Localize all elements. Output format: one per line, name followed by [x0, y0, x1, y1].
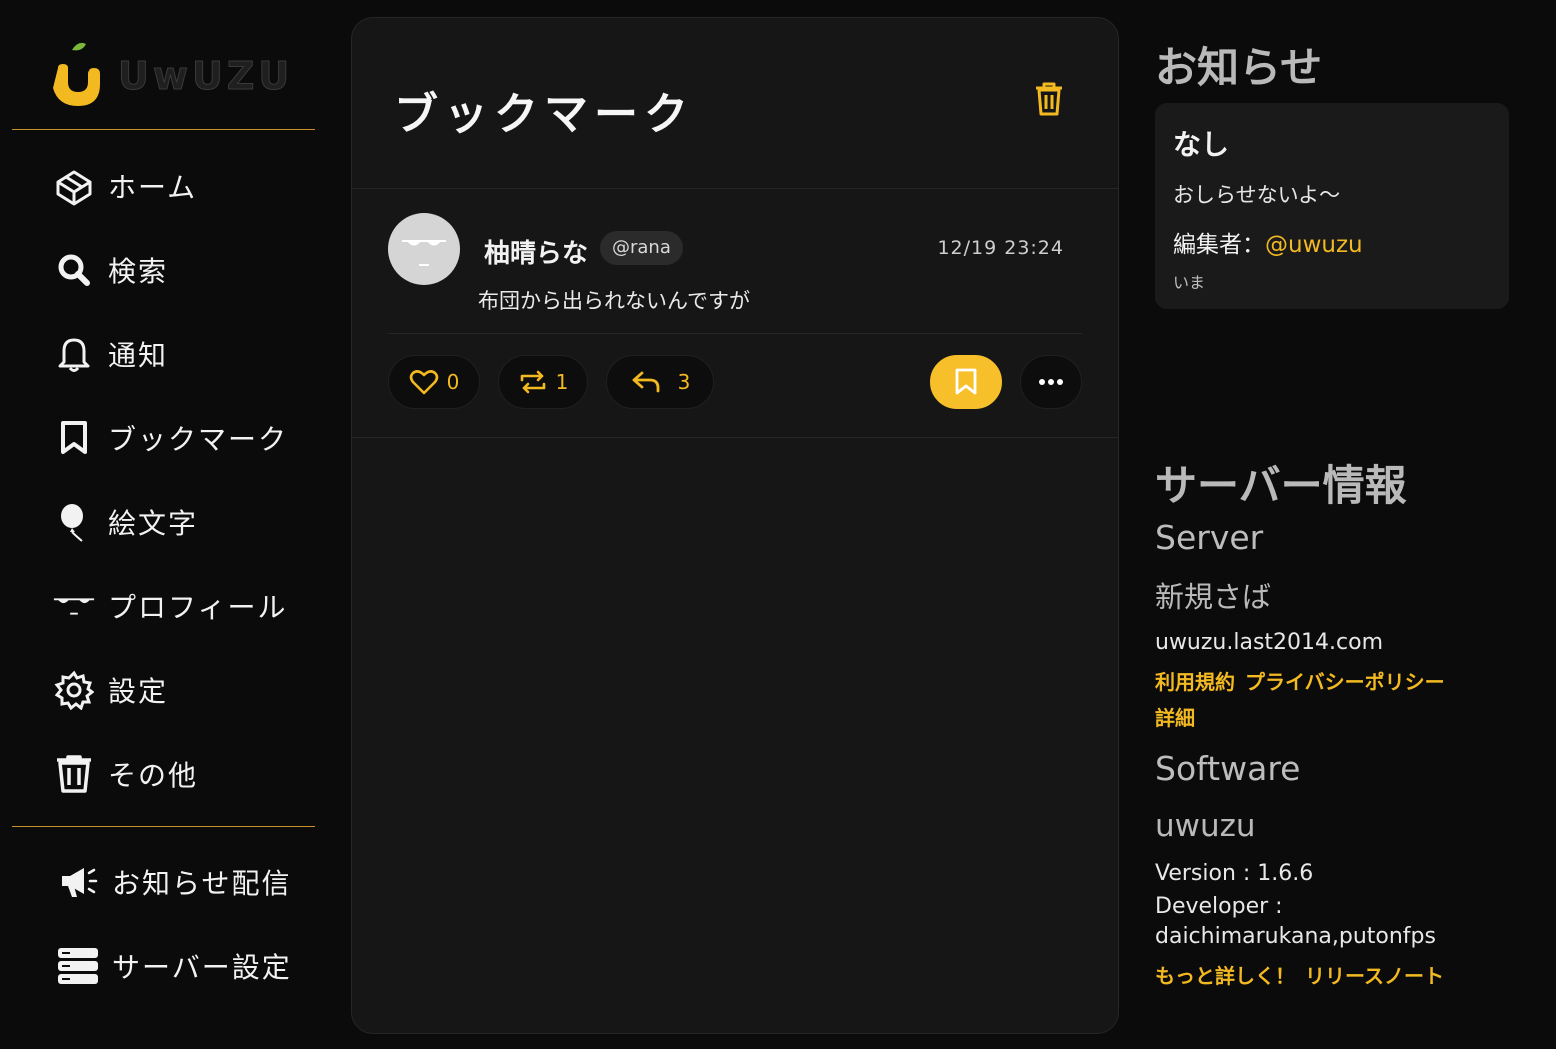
details-link[interactable]: 詳細: [1155, 706, 1195, 730]
repost-button[interactable]: 1: [498, 355, 588, 409]
post-text: 布団から出られないんですが: [478, 289, 750, 313]
megaphone-icon: [56, 860, 100, 904]
sidebar-item-label: ブックマーク: [108, 423, 289, 456]
software-name: uwuzu: [1155, 808, 1256, 844]
trash-icon: [52, 752, 96, 796]
sidebar-item-server-settings[interactable]: サーバー設定: [56, 924, 292, 1008]
face-icon: [52, 584, 96, 628]
sidebar-item-label: 絵文字: [108, 507, 199, 540]
server-links: 利用規約 プライバシーポリシー: [1155, 666, 1455, 695]
like-count: 0: [446, 370, 460, 394]
sidebar-item-settings[interactable]: 設定: [52, 648, 288, 732]
developer-label: Developer :: [1155, 894, 1283, 919]
notice-time: いま: [1173, 273, 1206, 292]
sidebar-item-label: プロフィール: [108, 591, 288, 624]
notice-editor-link[interactable]: @uwuzu: [1265, 232, 1363, 258]
post-divider: [388, 333, 1082, 334]
sidebar-item-emoji[interactable]: 絵文字: [52, 480, 288, 564]
terms-link[interactable]: 利用規約: [1155, 670, 1235, 694]
release-notes-link[interactable]: リリースノート: [1305, 964, 1444, 988]
repost-count: 1: [555, 370, 569, 394]
privacy-policy-link[interactable]: プライバシーポリシー: [1245, 670, 1445, 694]
sidebar-item-label: ホーム: [108, 171, 198, 204]
sidebar-divider-top: [12, 129, 315, 130]
sidebar-item-home[interactable]: ホーム: [52, 144, 288, 228]
notice-body: おしらせないよ～: [1173, 183, 1341, 207]
notice-card: なし おしらせないよ～ 編集者：@uwuzu いま: [1155, 103, 1509, 309]
bookmark-icon: [52, 416, 96, 460]
notice-heading: お知らせ: [1155, 43, 1323, 92]
sidebar-item-bookmarks[interactable]: ブックマーク: [52, 396, 288, 480]
sidebar-divider-bottom: [12, 826, 315, 827]
bookmark-button[interactable]: [930, 355, 1002, 409]
notice-title: なし: [1173, 128, 1230, 161]
sidebar-admin-nav: お知らせ配信 サーバー設定: [56, 840, 292, 1008]
app-logo[interactable]: UwUZU: [52, 40, 293, 112]
notice-editor-label: 編集者：: [1173, 232, 1265, 258]
server-links-row2: 詳細: [1155, 702, 1205, 731]
delete-all-bookmarks-button[interactable]: [1034, 82, 1070, 122]
balloon-icon: [52, 500, 96, 544]
sidebar-item-label: 設定: [108, 675, 169, 708]
uwuzu-logo-icon: [53, 42, 100, 106]
avatar[interactable]: [388, 213, 460, 285]
search-icon: [52, 248, 96, 292]
sidebar-item-label: サーバー設定: [112, 951, 292, 984]
sidebar-item-notifications[interactable]: 通知: [52, 312, 288, 396]
main-panel: ブックマーク 柚晴らな @rana 12/19 23:24 布団から出られないん…: [351, 17, 1119, 1034]
sidebar-item-label: その他: [108, 759, 199, 792]
reply-button[interactable]: 3: [606, 355, 714, 409]
face-icon: [402, 240, 446, 266]
repost-icon: [520, 370, 545, 394]
software-links: もっと詳しく！ リリースノート: [1155, 960, 1454, 989]
sidebar-nav: ホーム 検索 通知 ブックマーク 絵文字 プロフィール 設定 その他: [52, 144, 288, 816]
more-details-link[interactable]: もっと詳しく！: [1155, 964, 1295, 988]
author-handle[interactable]: @rana: [600, 231, 683, 265]
gear-icon: [52, 668, 96, 712]
software-label: Software: [1155, 749, 1301, 788]
server-name: 新規さば: [1155, 580, 1272, 614]
bookmark-icon: [955, 368, 977, 395]
post-item[interactable]: 柚晴らな @rana 12/19 23:24 布団から出られないんですが 0 1…: [352, 189, 1118, 438]
page-title: ブックマーク: [394, 89, 694, 140]
trash-icon: [1036, 82, 1062, 116]
reply-icon: [632, 371, 660, 393]
notice-editor: 編集者：@uwuzu: [1173, 225, 1363, 259]
heart-icon: [409, 370, 438, 395]
server-info-heading: サーバー情報: [1155, 461, 1407, 510]
logo-text: UwUZU: [117, 54, 294, 99]
more-options-button[interactable]: [1020, 355, 1082, 409]
sidebar-item-announce[interactable]: お知らせ配信: [56, 840, 292, 924]
developer-names: daichimarukana,putonfps: [1155, 924, 1436, 949]
server-domain: uwuzu.last2014.com: [1155, 630, 1384, 655]
home-box-icon: [52, 164, 96, 208]
author-name[interactable]: 柚晴らな: [484, 233, 588, 270]
sidebar-item-search[interactable]: 検索: [52, 228, 288, 312]
server-label: Server: [1155, 518, 1264, 557]
post-timestamp: 12/19 23:24: [937, 237, 1064, 259]
sidebar-item-label: 通知: [108, 339, 169, 372]
ellipsis-icon: [1039, 379, 1063, 385]
like-button[interactable]: 0: [388, 355, 480, 409]
bell-icon: [52, 332, 96, 376]
sidebar-item-label: お知らせ配信: [112, 867, 292, 900]
page-header: ブックマーク: [352, 18, 1118, 189]
sidebar: UwUZU ホーム 検索 通知 ブックマーク 絵文字 プロフィール 設定 その他…: [0, 0, 330, 1049]
software-version: Version : 1.6.6: [1155, 861, 1314, 886]
sidebar-item-other[interactable]: その他: [52, 732, 288, 816]
server-icon: [56, 944, 100, 988]
sidebar-item-label: 検索: [108, 255, 169, 288]
sidebar-item-profile[interactable]: プロフィール: [52, 564, 288, 648]
reply-count: 3: [677, 370, 691, 394]
